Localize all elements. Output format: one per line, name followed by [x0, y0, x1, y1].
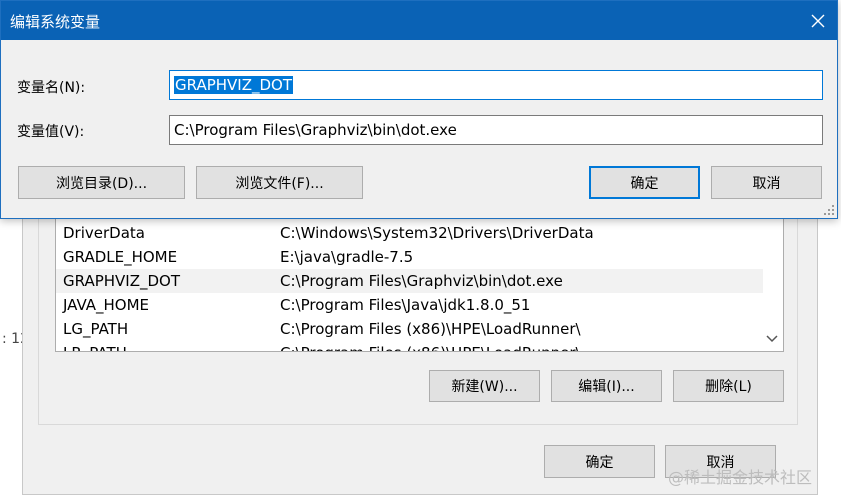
- variable-value: C:\Program Files (x86)\HPE\LoadRunner\: [280, 344, 581, 351]
- variable-name: JAVA_HOME: [63, 296, 150, 314]
- variable-value: C:\Windows\System32\Drivers\DriverData: [280, 224, 594, 242]
- browse-file-button[interactable]: 浏览文件(F)...: [196, 166, 363, 199]
- variable-value-label: 变量值(V):: [17, 124, 85, 140]
- delete-variable-button[interactable]: 删除(L): [673, 370, 784, 402]
- table-row[interactable]: DriverData C:\Windows\System32\Drivers\D…: [56, 221, 763, 245]
- edit-variable-button[interactable]: 编辑(I)...: [551, 370, 662, 402]
- new-variable-button[interactable]: 新建(W)...: [429, 370, 540, 402]
- ok-button[interactable]: 确定: [589, 166, 700, 199]
- cancel-button[interactable]: 取消: [711, 166, 822, 199]
- variable-value: C:\Program Files\Java\jdk1.8.0_51: [280, 296, 531, 314]
- variable-value: C:\Program Files\Graphviz\bin\dot.exe: [280, 272, 563, 290]
- table-row[interactable]: LG_PATH C:\Program Files (x86)\HPE\LoadR…: [56, 317, 763, 341]
- scroll-down-icon[interactable]: [764, 330, 780, 348]
- background-ok-button[interactable]: 确定: [544, 445, 655, 478]
- variable-name: DriverData: [63, 224, 145, 242]
- variable-value: C:\Program Files (x86)\HPE\LoadRunner\: [280, 320, 581, 338]
- close-icon[interactable]: [798, 1, 838, 40]
- table-row-selected[interactable]: GRAPHVIZ_DOT C:\Program Files\Graphviz\b…: [56, 269, 763, 293]
- title-bar[interactable]: 编辑系统变量: [1, 1, 837, 40]
- variable-name: LG_PATH: [63, 320, 129, 338]
- variable-name-input[interactable]: GRAPHVIZ_DOT: [169, 70, 823, 100]
- system-variables-list[interactable]: DriverData C:\Windows\System32\Drivers\D…: [55, 215, 784, 352]
- variable-value-text: C:\Program Files\Graphviz\bin\dot.exe: [174, 121, 457, 139]
- table-row[interactable]: LR_PATH C:\Program Files (x86)\HPE\LoadR…: [56, 341, 763, 351]
- resize-grip-icon[interactable]: [822, 203, 836, 217]
- selected-text: GRAPHVIZ_DOT: [174, 76, 294, 94]
- table-row[interactable]: JAVA_HOME C:\Program Files\Java\jdk1.8.0…: [56, 293, 763, 317]
- variable-value: E:\java\gradle-7.5: [280, 248, 414, 266]
- variable-name-label: 变量名(N):: [17, 80, 86, 96]
- variable-name: GRAPHVIZ_DOT: [63, 272, 181, 290]
- variable-name: LR_PATH: [63, 344, 127, 351]
- variable-name: GRADLE_HOME: [63, 248, 178, 266]
- variable-value-input[interactable]: C:\Program Files\Graphviz\bin\dot.exe: [169, 115, 823, 145]
- watermark: @稀土掘金技术社区: [668, 468, 813, 487]
- table-row[interactable]: GRADLE_HOME E:\java\gradle-7.5: [56, 245, 763, 269]
- dialog-title: 编辑系统变量: [10, 13, 101, 31]
- edit-system-variable-dialog: 编辑系统变量 变量名(N): GRAPHVIZ_DOT 变量值(V): C:\P…: [0, 0, 838, 219]
- browse-directory-button[interactable]: 浏览目录(D)...: [18, 166, 185, 199]
